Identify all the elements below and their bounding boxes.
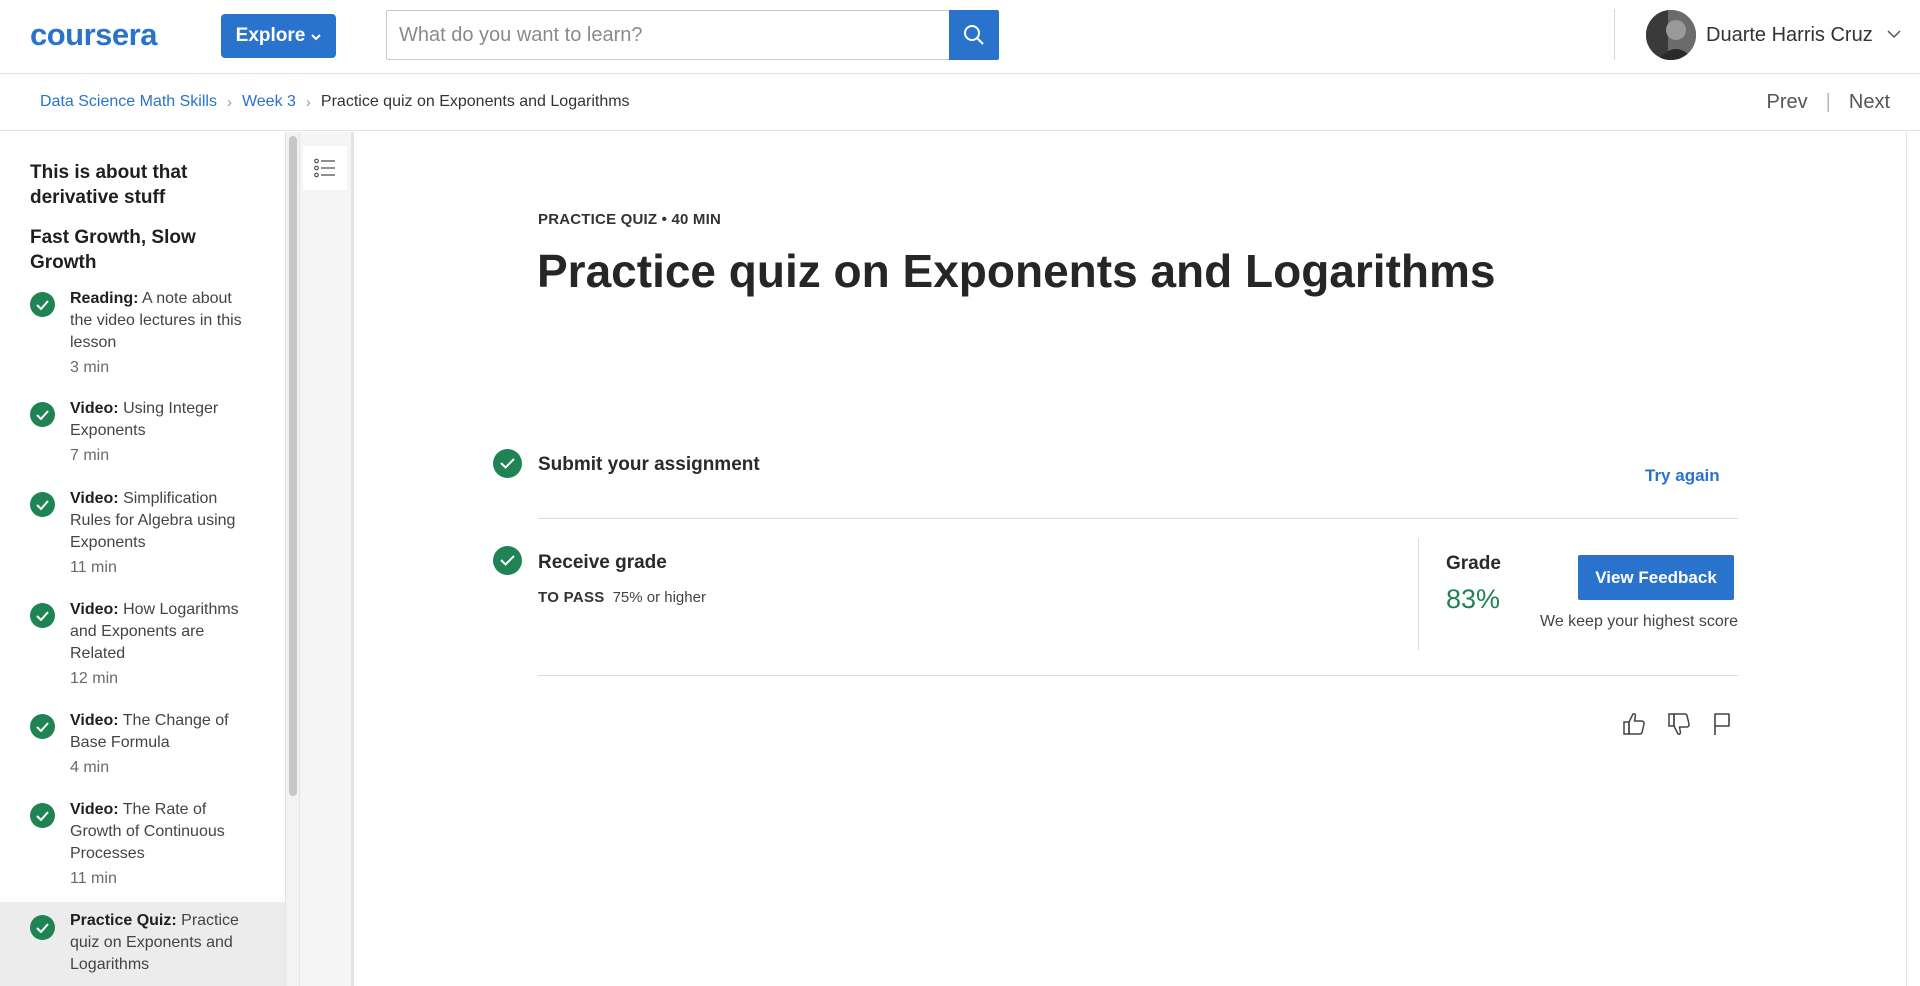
flag-icon: [1714, 713, 1730, 735]
breadcrumb-bar: Data Science Math Skills › Week 3 › Prac…: [0, 75, 1920, 131]
sidebar-item-text: Reading: A note about the video lectures…: [70, 288, 250, 379]
item-duration: 11 min: [70, 559, 117, 576]
sidebar-item-text: Practice Quiz: Practice quiz on Exponent…: [70, 910, 250, 976]
explore-button[interactable]: Explore: [221, 14, 336, 58]
header-divider: [1614, 9, 1615, 60]
coursera-logo[interactable]: coursera: [30, 17, 157, 53]
collapse-rail: [300, 132, 352, 986]
item-duration: 4 min: [70, 759, 110, 776]
next-button[interactable]: Next: [1849, 91, 1890, 114]
grade-value: 83%: [1446, 584, 1501, 614]
to-pass-value: 75% or higher: [612, 589, 706, 606]
divider: [538, 518, 1738, 519]
content-border: [1906, 132, 1907, 986]
pass-requirement: TO PASS 75% or higher: [538, 589, 706, 606]
toggle-outline-button[interactable]: [303, 146, 347, 190]
prev-next-nav: Prev | Next: [1767, 91, 1890, 114]
submit-step-title: Submit your assignment: [538, 454, 760, 475]
sidebar-item-text: Video: The Rate of Growth of Continuous …: [70, 799, 250, 890]
sidebar-item[interactable]: Reading: A note about the video lectures…: [0, 290, 285, 392]
sidebar-item-text: Video: Using Integer Exponents 7 min: [70, 398, 250, 467]
grade-label: Grade: [1446, 553, 1501, 574]
item-type: Video:: [70, 601, 119, 618]
view-feedback-button[interactable]: View Feedback: [1578, 555, 1734, 600]
to-pass-label: TO PASS: [538, 589, 605, 606]
course-sidebar: This is about that derivative stuff Fast…: [0, 132, 286, 986]
item-duration: 11 min: [70, 870, 117, 887]
sidebar-item[interactable]: Video: Simplification Rules for Algebra …: [0, 490, 285, 592]
breadcrumb-week[interactable]: Week 3: [242, 93, 296, 111]
check-icon: [30, 714, 55, 739]
list-icon: [314, 158, 335, 178]
receive-grade-title: Receive grade: [538, 552, 667, 573]
user-name: Duarte Harris Cruz: [1706, 23, 1873, 46]
prev-button[interactable]: Prev: [1767, 91, 1808, 114]
search-icon: [964, 25, 984, 45]
sidebar-item[interactable]: Video: Using Integer Exponents 7 min: [0, 400, 285, 482]
like-button[interactable]: [1618, 708, 1650, 740]
breadcrumb-course[interactable]: Data Science Math Skills: [40, 93, 217, 111]
sidebar-item[interactable]: Video: The Rate of Growth of Continuous …: [0, 801, 285, 903]
top-header: coursera Explore Duarte Harris Cruz: [0, 0, 1920, 74]
quiz-meta: PRACTICE QUIZ • 40 MIN: [538, 211, 722, 228]
item-type: Video:: [70, 490, 119, 507]
sidebar-item-active[interactable]: Practice Quiz: Practice quiz on Exponent…: [0, 902, 285, 986]
sidebar-scrollbar[interactable]: [286, 132, 300, 986]
item-duration: 3 min: [70, 359, 110, 376]
item-type: Practice Quiz:: [70, 912, 177, 929]
chevron-right-icon: ›: [305, 93, 311, 111]
sidebar-item-text: Video: Simplification Rules for Algebra …: [70, 488, 250, 579]
check-icon: [30, 603, 55, 628]
breadcrumb: Data Science Math Skills › Week 3 › Prac…: [40, 93, 630, 111]
nav-separator: |: [1825, 91, 1831, 113]
grade-divider: [1418, 538, 1419, 650]
thumbs-up-icon: [1623, 712, 1645, 735]
search-bar: [386, 10, 999, 60]
chevron-down-icon: [1887, 26, 1901, 44]
check-icon: [493, 449, 522, 478]
check-icon: [493, 546, 522, 575]
dislike-button[interactable]: [1663, 708, 1695, 740]
search-button[interactable]: [949, 10, 999, 60]
breadcrumb-current: Practice quiz on Exponents and Logarithm…: [320, 93, 630, 110]
item-duration: 12 min: [70, 670, 119, 687]
sidebar-item[interactable]: Video: How Logarithms and Exponents are …: [0, 601, 285, 703]
sidebar-item-text: Video: How Logarithms and Exponents are …: [70, 599, 250, 690]
check-icon: [30, 292, 55, 317]
try-again-link[interactable]: Try again: [1645, 466, 1720, 486]
explore-label: Explore: [235, 25, 306, 46]
check-icon: [30, 402, 55, 427]
sidebar-section-heading[interactable]: This is about that derivative stuff: [30, 160, 230, 210]
sidebar-lesson-heading[interactable]: Fast Growth, Slow Growth: [30, 225, 230, 275]
avatar: [1646, 10, 1696, 60]
item-type: Video:: [70, 712, 119, 729]
divider: [538, 675, 1738, 676]
user-menu[interactable]: Duarte Harris Cruz: [1646, 9, 1901, 61]
thumbs-down-icon: [1668, 713, 1690, 736]
item-duration: 7 min: [70, 447, 110, 464]
report-button[interactable]: [1706, 708, 1738, 740]
item-type: Reading:: [70, 290, 139, 307]
sidebar-item-text: Video: The Change of Base Formula 4 min: [70, 710, 250, 779]
check-icon: [30, 492, 55, 517]
sidebar-item[interactable]: Video: The Change of Base Formula 4 min: [0, 712, 285, 794]
chevron-right-icon: ›: [226, 93, 232, 111]
item-type: Video:: [70, 400, 119, 417]
search-input[interactable]: [386, 10, 949, 60]
item-type: Video:: [70, 801, 119, 818]
page-title: Practice quiz on Exponents and Logarithm…: [537, 245, 1496, 297]
highest-score-note: We keep your highest score: [1540, 613, 1739, 630]
scrollbar-thumb[interactable]: [289, 136, 297, 796]
chevron-down-icon: [311, 32, 322, 44]
check-icon: [30, 803, 55, 828]
check-icon: [30, 915, 55, 940]
